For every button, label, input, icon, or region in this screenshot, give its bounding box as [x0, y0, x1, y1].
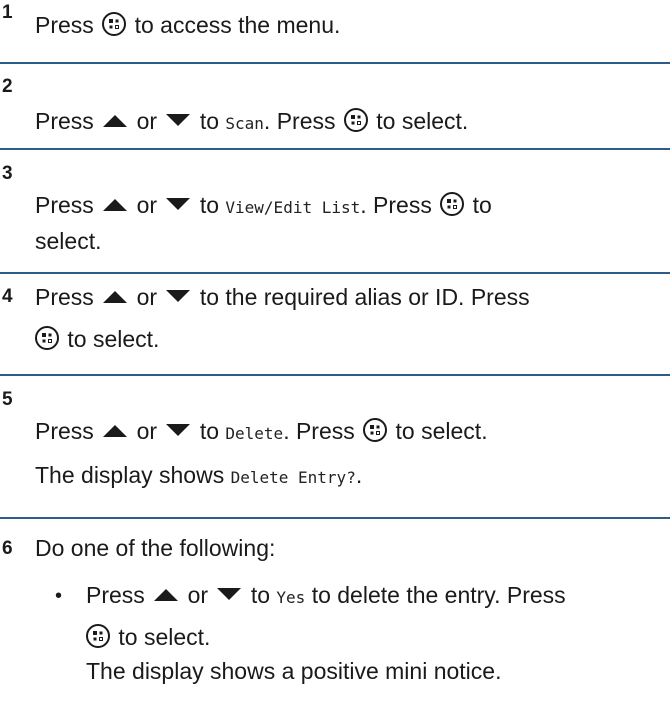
step-divider — [0, 62, 670, 64]
menu-item-name: Scan — [225, 114, 264, 133]
menu-ok-button-icon — [86, 624, 110, 648]
down-arrow-icon — [166, 424, 191, 436]
up-arrow-icon — [103, 291, 128, 303]
step-4-instruction: Press or to the required alias or ID. Pr… — [35, 284, 530, 310]
down-arrow-icon — [166, 114, 191, 126]
menu-ok-button-icon — [363, 418, 388, 442]
step-number: 2 — [2, 76, 13, 97]
up-arrow-icon — [154, 589, 179, 601]
step-divider — [0, 272, 670, 274]
menu-ok-button-icon — [440, 192, 465, 216]
step-6-option-continuation: to select. — [86, 622, 210, 652]
step-6-option-result: The display shows a positive mini notice… — [86, 658, 502, 684]
down-arrow-icon — [166, 290, 191, 302]
step-number: 1 — [2, 2, 13, 23]
step-number: 5 — [2, 389, 13, 410]
step-3-instruction: Press or to View/Edit List. Press to — [35, 192, 492, 218]
step-divider — [0, 517, 670, 519]
display-message: Delete Entry? — [230, 468, 356, 487]
menu-ok-button-icon — [102, 12, 127, 36]
step-1-instruction: Press to access the menu. — [35, 12, 341, 38]
menu-ok-button-icon — [35, 326, 59, 350]
step-number: 3 — [2, 163, 13, 184]
step-number: 4 — [2, 286, 13, 307]
step-number: 6 — [2, 538, 13, 559]
step-3-continuation: select. — [35, 228, 102, 254]
down-arrow-icon — [166, 198, 191, 210]
up-arrow-icon — [103, 425, 128, 437]
step-5-instruction: Press or to Delete. Press to select. — [35, 418, 488, 444]
down-arrow-icon — [217, 588, 242, 600]
step-divider — [0, 374, 670, 376]
step-divider — [0, 148, 670, 150]
bullet-marker: • — [55, 585, 63, 607]
step-6-option: Press or to Yes to delete the entry. Pre… — [86, 582, 566, 608]
menu-item-name: Yes — [276, 588, 306, 607]
menu-item-name: Delete — [225, 424, 284, 443]
step-2-instruction: Press or to Scan. Press to select. — [35, 108, 469, 134]
menu-ok-button-icon — [343, 108, 368, 132]
step-4-continuation: to select. — [35, 324, 159, 354]
step-5-result: The display shows Delete Entry?. — [35, 462, 363, 488]
step-6-instruction: Do one of the following: — [35, 535, 276, 561]
up-arrow-icon — [103, 115, 128, 127]
up-arrow-icon — [103, 199, 128, 211]
menu-item-name: View/Edit List — [225, 198, 361, 217]
